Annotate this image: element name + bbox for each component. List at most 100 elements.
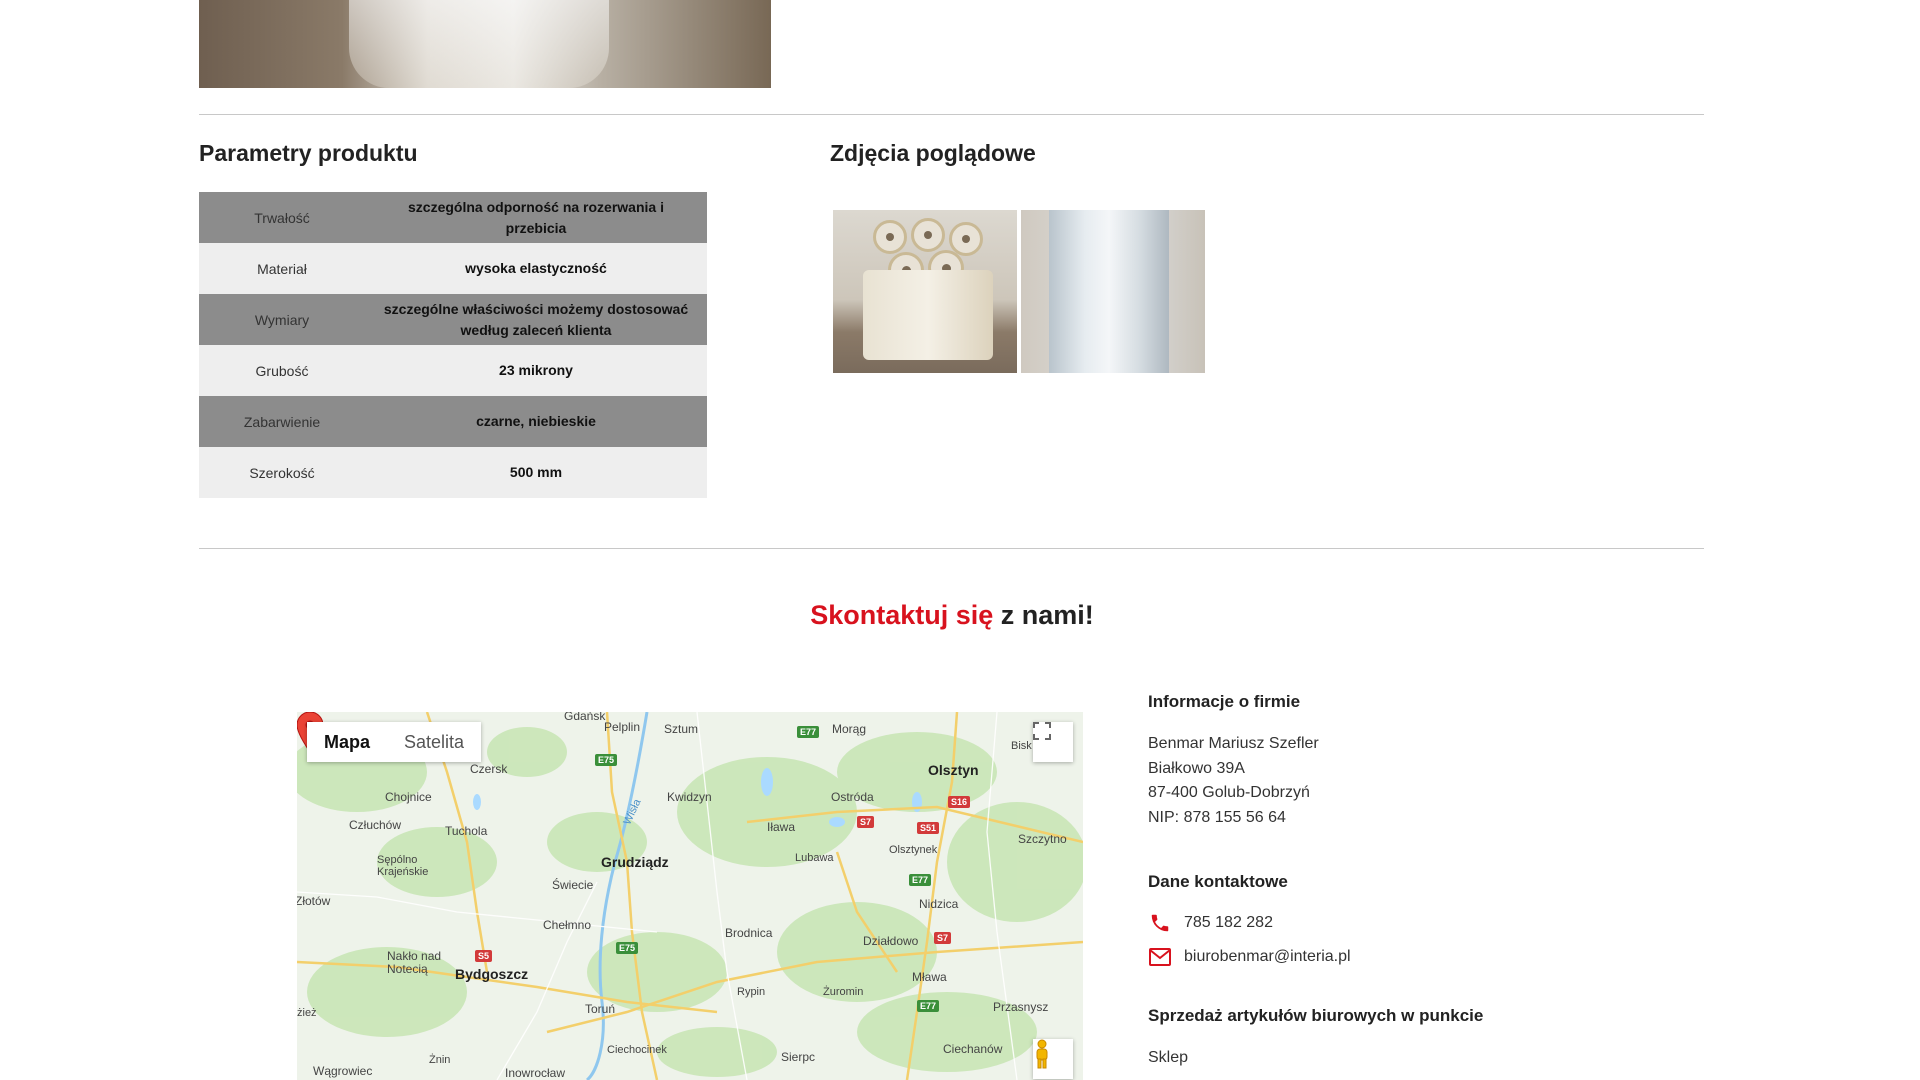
sales-heading: Sprzedaż artykułów biurowych w punkcie xyxy=(1148,1006,1484,1025)
divider xyxy=(199,114,1704,115)
divider xyxy=(199,548,1704,549)
company-info: Informacje o firmie Benmar Mariusz Szefl… xyxy=(1148,692,1688,1071)
contact-heading: Skontaktuj się z nami! xyxy=(0,600,1904,631)
param-value: 500 mm xyxy=(509,464,563,480)
map[interactable]: Gdańsk Pelplin Sztum Morąg Czersk Olszty… xyxy=(297,712,1083,1080)
road-badge: E75 xyxy=(595,754,618,766)
company-address: Benmar Mariusz Szefler Białkowo 39A 87-4… xyxy=(1148,732,1688,830)
map-place: Nakło nad Notecią xyxy=(387,949,442,976)
email-address[interactable]: biurobenmar@interia.pl xyxy=(1184,948,1351,966)
map-place: Iława xyxy=(767,820,796,834)
map-place: Grudziądz xyxy=(601,854,669,870)
map-place: Szczytno xyxy=(1018,832,1067,846)
map-place: Mława xyxy=(912,970,947,984)
road-badge: S16 xyxy=(948,796,971,808)
map-place: Toruń xyxy=(585,1002,616,1016)
email-line[interactable]: biurobenmar@interia.pl xyxy=(1148,946,1688,968)
map-place: Świecie xyxy=(552,878,594,892)
table-row: Materiał wysoka elastyczność xyxy=(199,243,707,294)
params-table: Trwałość szczególna odporność na rozerwa… xyxy=(199,192,707,498)
map-place: Morąg xyxy=(832,722,867,736)
company-name: Benmar Mariusz Szefler xyxy=(1148,735,1319,752)
param-value: czarne, niebieskie xyxy=(476,413,596,429)
phone-icon xyxy=(1148,912,1172,934)
road-badge: S5 xyxy=(475,950,493,962)
param-key: Zabarwienie xyxy=(243,413,321,430)
contact-data-heading: Dane kontaktowe xyxy=(1148,872,1288,891)
product-photo xyxy=(199,0,771,88)
mail-icon xyxy=(1148,946,1172,968)
map-place: Inowrocław xyxy=(505,1066,566,1080)
map-place: Sępólno Krajeńskie xyxy=(377,854,429,878)
param-key: Grubość xyxy=(255,362,309,379)
map-place: Żnin xyxy=(429,1054,451,1066)
map-place: żież xyxy=(297,1007,317,1019)
param-key: Szerokość xyxy=(249,464,315,481)
map-place: Rypin xyxy=(737,986,766,998)
map-place: Wągrowiec xyxy=(313,1064,373,1078)
map-tab-map[interactable]: Mapa xyxy=(307,722,387,762)
road-badge: E77 xyxy=(909,874,932,886)
map-type-tabs: Mapa Satelita xyxy=(307,722,482,762)
phone-number[interactable]: 785 182 282 xyxy=(1184,914,1273,932)
param-key: Materiał xyxy=(257,260,307,277)
pegman-icon xyxy=(1036,1039,1048,1069)
map-place: Tuchola xyxy=(445,824,488,838)
fullscreen-icon xyxy=(1033,722,1051,740)
map-place: Chojnice xyxy=(385,790,432,804)
company-street: Białkowo 39A xyxy=(1148,759,1245,777)
map-place: Ostróda xyxy=(831,790,874,804)
road-badge: E77 xyxy=(917,1000,940,1012)
table-row: Trwałość szczególna odporność na rozerwa… xyxy=(199,192,707,243)
map-place: Brodnica xyxy=(725,926,773,940)
map-place: Chełmno xyxy=(543,918,592,932)
road-badge: S51 xyxy=(917,822,940,834)
map-place: Działdowo xyxy=(863,934,919,948)
phone-line[interactable]: 785 182 282 xyxy=(1148,912,1688,934)
sales-shop: Sklep xyxy=(1148,1049,1189,1066)
road-badge: S7 xyxy=(934,932,952,944)
map-place: Nidzica xyxy=(919,897,959,911)
map-place: Olsztyn xyxy=(928,762,979,778)
params-title: Parametry produktu xyxy=(199,140,418,166)
param-key: Wymiary xyxy=(254,311,310,328)
map-tab-satellite[interactable]: Satelita xyxy=(387,722,481,762)
gallery-thumbnail[interactable] xyxy=(1021,210,1205,373)
map-place: Gdańsk xyxy=(564,712,606,723)
road-badge: E75 xyxy=(616,942,639,954)
map-place: Przasnysz xyxy=(993,1000,1049,1014)
map-place: Ciechanów xyxy=(943,1042,1003,1056)
street-view-button[interactable] xyxy=(1033,1039,1073,1079)
table-row: Zabarwienie czarne, niebieskie xyxy=(199,396,707,447)
map-place: Żuromin xyxy=(823,986,864,998)
map-place: Sierpc xyxy=(781,1050,816,1064)
table-row: Grubość 23 mikrony xyxy=(199,345,707,396)
param-value: 23 mikrony xyxy=(499,362,573,378)
gallery-thumbnail[interactable] xyxy=(833,210,1017,373)
param-value: szczególne właściwości możemy dostosować… xyxy=(383,300,689,338)
road-badge: S7 xyxy=(857,816,875,828)
map-place: Lubawa xyxy=(795,852,834,864)
fullscreen-button[interactable] xyxy=(1033,722,1073,762)
map-place: Kwidzyn xyxy=(667,790,712,804)
table-row: Szerokość 500 mm xyxy=(199,447,707,498)
road-badge: E77 xyxy=(797,726,820,738)
map-place: Bydgoszcz xyxy=(455,966,529,982)
company-info-heading: Informacje o firmie xyxy=(1148,692,1301,711)
map-place: Bisk xyxy=(1011,740,1032,752)
contact-heading-accent: Skontaktuj się xyxy=(810,600,994,630)
param-value: szczególna odporność na rozerwania i prz… xyxy=(408,198,664,236)
map-place: Złotów xyxy=(297,894,331,908)
gallery xyxy=(833,210,1205,373)
param-key: Trwałość xyxy=(254,209,310,226)
table-row: Wymiary szczególne właściwości możemy do… xyxy=(199,294,707,345)
contact-heading-rest: z nami! xyxy=(993,600,1094,630)
map-place: Ciechocinek xyxy=(607,1044,667,1056)
map-place: Olsztynek xyxy=(889,844,938,856)
map-place: Sztum xyxy=(664,722,699,736)
map-place: Czersk xyxy=(470,762,508,776)
map-place: Człuchów xyxy=(349,818,402,832)
company-nip: NIP: 878 155 56 64 xyxy=(1148,808,1286,826)
param-value: wysoka elastyczność xyxy=(465,260,607,276)
company-city: 87-400 Golub-Dobrzyń xyxy=(1148,784,1310,801)
